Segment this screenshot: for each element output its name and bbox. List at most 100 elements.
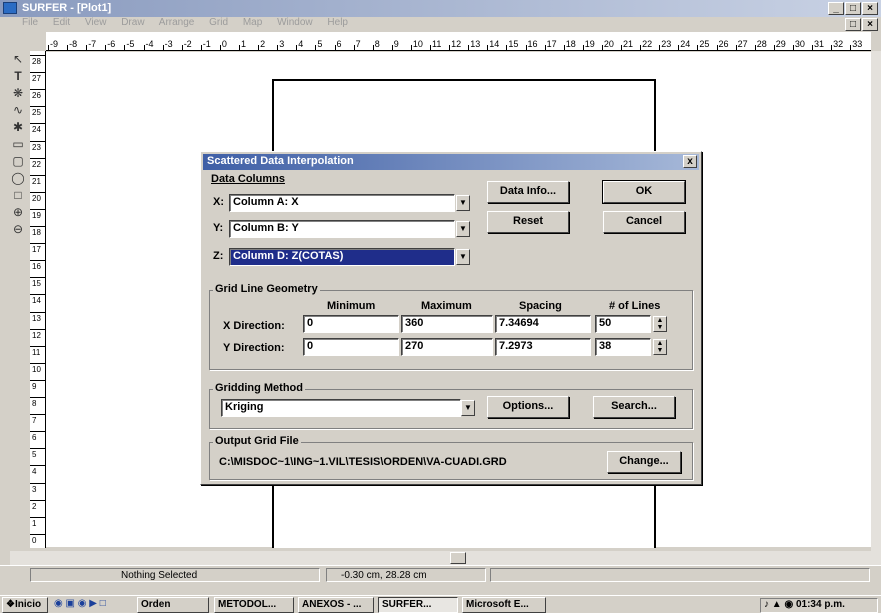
zoom-in-icon[interactable]: ⊕ xyxy=(10,204,26,220)
ruler-v-tick: 1 xyxy=(32,518,37,528)
taskbar-item-anexos[interactable]: ANEXOS - ... xyxy=(298,597,374,613)
tray-icons[interactable]: ♪ ▲ ◉ xyxy=(764,599,796,610)
data-info-button[interactable]: Data Info... xyxy=(487,181,569,203)
menu-arrange[interactable]: Arrange xyxy=(159,17,195,28)
symbol-tool-icon[interactable]: ❋ xyxy=(10,85,26,101)
ruler-h-mark xyxy=(773,45,775,50)
change-button[interactable]: Change... xyxy=(607,451,681,473)
y-maximum-input[interactable]: 270 xyxy=(401,338,493,356)
menu-draw[interactable]: Draw xyxy=(121,17,144,28)
menu-grid[interactable]: Grid xyxy=(209,17,228,28)
z-column-dropdown-icon[interactable]: ▼ xyxy=(456,249,470,265)
rounded-rectangle-tool-icon[interactable]: ▢ xyxy=(10,153,26,169)
surfer-app-icon[interactable] xyxy=(3,2,17,14)
y-lines-input[interactable]: 38 xyxy=(595,338,651,356)
menu-edit[interactable]: Edit xyxy=(53,17,70,28)
ruler-h-mark xyxy=(544,45,546,50)
vertical-ruler: 28 27 26 25 24 23 22 21 20 19 18 17 16 15 14 13 12 11 10 9 8… xyxy=(30,51,46,548)
ruler-v-mark xyxy=(30,226,45,227)
menu-map[interactable]: Map xyxy=(243,17,262,28)
maximize-button[interactable]: □ xyxy=(845,2,861,15)
x-lines-input[interactable]: 50 xyxy=(595,315,651,333)
ruler-h-mark xyxy=(506,45,508,50)
taskbar-item-orden[interactable]: Orden xyxy=(137,597,209,613)
z-column-select[interactable]: Column D: Z(COTAS) xyxy=(229,248,455,266)
start-button[interactable]: ❖Inicio xyxy=(2,597,48,613)
doc-restore-button[interactable]: □ xyxy=(845,18,861,31)
ruler-h-mark xyxy=(525,45,527,50)
close-button[interactable]: × xyxy=(862,2,878,15)
menu-view[interactable]: View xyxy=(85,17,107,28)
ruler-v-tick: 25 xyxy=(32,108,41,118)
y-column-select[interactable]: Column B: Y xyxy=(229,220,455,238)
x-column-select[interactable]: Column A: X xyxy=(229,194,455,212)
ruler-v-mark xyxy=(30,243,45,245)
ruler-h-mark xyxy=(181,45,183,50)
scroll-thumb[interactable] xyxy=(450,552,466,564)
dialog-close-button[interactable]: x xyxy=(683,155,697,168)
y-column-dropdown-icon[interactable]: ▼ xyxy=(456,221,470,237)
ruler-v-mark xyxy=(30,123,45,125)
ruler-h-tick: 27 xyxy=(737,39,748,49)
options-button[interactable]: Options... xyxy=(487,396,569,418)
doc-close-button[interactable]: × xyxy=(862,18,878,31)
reset-button[interactable]: Reset xyxy=(487,211,569,233)
pointer-tool-icon[interactable]: ↖ xyxy=(10,51,26,67)
vertical-scrollbar[interactable] xyxy=(871,51,881,551)
ruler-h-tick: 32 xyxy=(833,39,844,49)
ruler-v-tick: 2 xyxy=(32,501,37,511)
status-extra xyxy=(490,568,870,582)
ruler-v-tick: 20 xyxy=(32,193,41,203)
ruler-h-tick: 15 xyxy=(508,39,519,49)
cancel-button[interactable]: Cancel xyxy=(603,211,685,233)
ruler-v-mark xyxy=(30,345,45,347)
gridding-method-select[interactable]: Kriging xyxy=(221,399,461,417)
polyline-tool-icon[interactable]: ∿ xyxy=(10,102,26,118)
menu-help[interactable]: Help xyxy=(327,17,348,28)
minimize-button[interactable]: _ xyxy=(828,2,844,15)
text-tool-icon[interactable]: T xyxy=(10,68,26,84)
polygon-tool-icon[interactable]: ✱ xyxy=(10,119,26,135)
rectangle-tool-icon[interactable]: ▭ xyxy=(10,136,26,152)
horizontal-scrollbar[interactable] xyxy=(10,551,881,565)
ruler-h-mark xyxy=(239,45,240,50)
gridding-method-dropdown-icon[interactable]: ▼ xyxy=(461,400,475,416)
quick-launch-icons[interactable]: ◉ ▣ ◉ ▶ □ xyxy=(54,598,130,612)
y-lines-spinner-icon[interactable]: ▲ ▼ xyxy=(653,339,667,355)
menu-window[interactable]: Window xyxy=(277,17,313,28)
output-grid-path: C:\MISDOC~1\ING~1.VIL\TESIS\ORDEN\VA-CUA… xyxy=(219,456,507,468)
ruler-h-tick: -3 xyxy=(164,39,173,49)
ruler-h-tick: -1 xyxy=(202,39,211,49)
ruler-h-tick: 3 xyxy=(279,39,285,49)
zoom-out-icon[interactable]: ⊖ xyxy=(10,221,26,237)
x-lines-spinner-icon[interactable]: ▲ ▼ xyxy=(653,316,667,332)
x-maximum-input[interactable]: 360 xyxy=(401,315,493,333)
x-spacing-input[interactable]: 7.34694 xyxy=(495,315,591,333)
ruler-v-tick: 7 xyxy=(32,416,37,426)
ruler-v-tick: 19 xyxy=(32,210,41,220)
taskbar-item-metodol[interactable]: METODOL... xyxy=(214,597,294,613)
ruler-v-mark xyxy=(30,140,45,142)
ruler-h-tick: 5 xyxy=(317,39,323,49)
ruler-h-mark xyxy=(200,45,202,50)
ruler-h-mark xyxy=(353,45,355,50)
search-button[interactable]: Search... xyxy=(593,396,675,418)
cursor-coordinates: -0.30 cm, 28.28 cm xyxy=(326,568,486,582)
reshape-tool-icon[interactable]: □ xyxy=(10,187,26,203)
taskbar-item-surfer[interactable]: SURFER... xyxy=(378,597,458,613)
y-spacing-input[interactable]: 7.2973 xyxy=(495,338,591,356)
ruler-v-mark xyxy=(30,106,45,108)
ruler-h-tick: 31 xyxy=(814,39,825,49)
x-column-dropdown-icon[interactable]: ▼ xyxy=(456,195,470,211)
ruler-h-mark xyxy=(716,45,718,50)
ruler-v-tick: 8 xyxy=(32,399,37,408)
ruler-v-tick: 27 xyxy=(32,74,41,84)
ruler-h-mark xyxy=(315,45,317,50)
taskbar-item-microsoft-excel[interactable]: Microsoft E... xyxy=(462,597,546,613)
ellipse-tool-icon[interactable]: ◯ xyxy=(10,170,26,186)
ok-button[interactable]: OK xyxy=(602,180,686,204)
z-column-label: Z: xyxy=(213,250,224,262)
x-minimum-input[interactable]: 0 xyxy=(303,315,399,333)
y-minimum-input[interactable]: 0 xyxy=(303,338,399,356)
menu-file[interactable]: File xyxy=(22,17,38,28)
